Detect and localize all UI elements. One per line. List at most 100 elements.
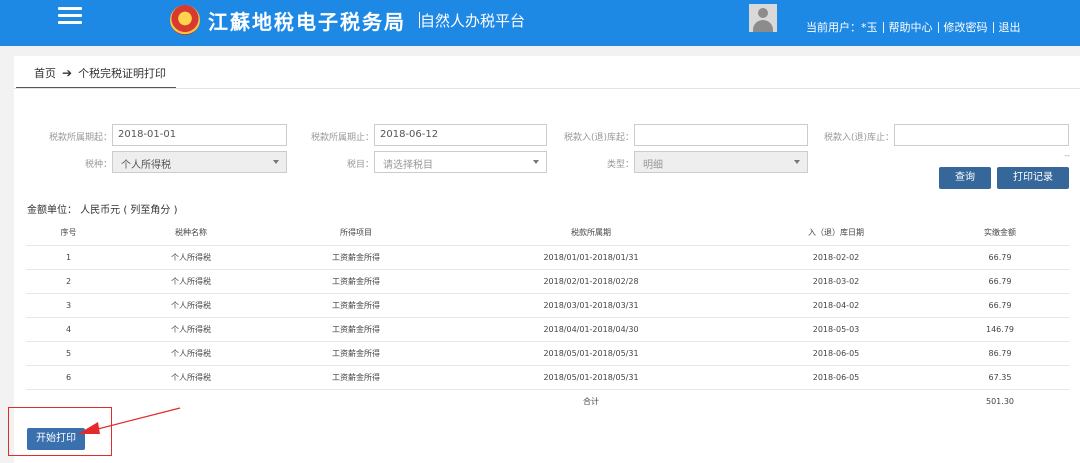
tax-period-cell: 2018/03/01-2018/03/31: [441, 293, 741, 318]
chevron-down-icon: [794, 160, 800, 164]
breadcrumb-divider: [14, 88, 1080, 89]
empty-cell: [111, 389, 271, 413]
highlight-box: [8, 407, 112, 456]
tax-period-cell: 2018/02/01-2018/02/28: [441, 269, 741, 294]
storage-end-label: 税款入(退)库止：: [823, 133, 894, 143]
table-row: 6 个人所得税 工资薪金所得 2018/05/01-2018/05/31 201…: [26, 365, 1069, 390]
paid-amount-cell: 66.79: [931, 245, 1069, 270]
tax-name-cell: 个人所得税: [111, 365, 271, 390]
tax-name-cell: 个人所得税: [111, 293, 271, 318]
column-header: 税款所属期: [441, 221, 741, 246]
total-row: 合计 501.30: [26, 389, 1069, 413]
storage-start-input[interactable]: [634, 124, 808, 146]
row-index: 4: [26, 317, 111, 342]
row-index: 1: [26, 245, 111, 270]
tax-name-cell: 个人所得税: [111, 317, 271, 342]
income-item-cell: 工资薪金所得: [271, 365, 441, 390]
total-amount: 501.30: [986, 396, 1014, 406]
avatar[interactable]: [749, 4, 777, 32]
tax-type-select[interactable]: 个人所得税: [112, 151, 287, 173]
table-row: 4 个人所得税 工资薪金所得 2018/04/01-2018/04/30 201…: [26, 317, 1069, 342]
income-item-cell: 工资薪金所得: [271, 269, 441, 294]
storage-start-label: 税款入(退)库起：: [563, 133, 634, 143]
category-value: 明细: [643, 160, 663, 171]
table-row: 3 个人所得税 工资薪金所得 2018/03/01-2018/03/31 201…: [26, 293, 1069, 318]
change-password-link[interactable]: 修改密码: [944, 19, 988, 35]
storage-date-cell: 2018-02-02: [741, 245, 931, 270]
column-header: 所得项目: [271, 221, 441, 246]
income-item-cell: 工资薪金所得: [271, 245, 441, 270]
row-index: 2: [26, 269, 111, 294]
tax-name-cell: 个人所得税: [111, 269, 271, 294]
current-user-name: *玉: [861, 21, 878, 34]
tax-period-cell: 2018/01/01-2018/01/31: [441, 245, 741, 270]
period-start-label: 税款所属期起：: [48, 133, 112, 143]
income-item-cell: 工资薪金所得: [271, 293, 441, 318]
empty-cell: [271, 389, 441, 413]
logout-link[interactable]: 退出: [999, 19, 1021, 35]
dash-marker: --: [1064, 151, 1070, 160]
tax-period-cell: 2018/05/01-2018/05/31: [441, 341, 741, 366]
current-user-label: 当前用户：: [806, 21, 861, 34]
breadcrumb-current: 个税完税证明打印: [78, 67, 167, 80]
column-header: 税种名称: [111, 221, 271, 246]
breadcrumb-home[interactable]: 首页: [34, 65, 56, 81]
storage-date-cell: 2018-06-05: [741, 365, 931, 390]
row-index: 3: [26, 293, 111, 318]
column-header: 序号: [26, 221, 111, 246]
row-index: 5: [26, 341, 111, 366]
storage-date-cell: 2018-03-02: [741, 269, 931, 294]
storage-date-cell: 2018-06-05: [741, 341, 931, 366]
print-record-button[interactable]: 打印记录: [997, 167, 1069, 189]
chevron-down-icon: [533, 160, 539, 164]
brand-title: 江蘇地稅电子税务局: [208, 10, 406, 34]
avatar-body-icon: [753, 20, 773, 32]
tax-period-cell: 2018/04/01-2018/04/30: [441, 317, 741, 342]
period-end-label: 税款所属期止：: [310, 133, 374, 143]
tax-type-label: 税种：: [84, 160, 112, 170]
column-header: 实缴金额: [931, 221, 1069, 246]
tax-item-select[interactable]: 请选择税目: [374, 151, 547, 173]
user-links: 当前用户： *玉 帮助中心 修改密码 退出: [806, 19, 1021, 35]
paid-amount-cell: 66.79: [931, 293, 1069, 318]
table-row: 2 个人所得税 工资薪金所得 2018/02/01-2018/02/28 201…: [26, 269, 1069, 294]
breadcrumb-arrow-icon: ➔: [62, 66, 73, 80]
category-select[interactable]: 明细: [634, 151, 808, 173]
breadcrumb: 首页 ➔ 个税完税证明打印: [34, 65, 166, 81]
tax-item-placeholder: 请选择税目: [383, 160, 433, 171]
query-button[interactable]: 查询: [939, 167, 991, 189]
storage-end-input[interactable]: [894, 124, 1069, 146]
income-item-cell: 工资薪金所得: [271, 341, 441, 366]
total-label: 合计: [583, 396, 599, 406]
chevron-down-icon: [273, 160, 279, 164]
link-divider: [882, 21, 884, 33]
top-header: 江蘇地稅电子税务局 自然人办税平台 当前用户： *玉 帮助中心 修改密码 退出: [0, 0, 1080, 46]
row-index: 6: [26, 365, 111, 390]
link-divider: [992, 21, 994, 33]
storage-date-cell: 2018-05-03: [741, 317, 931, 342]
paid-amount-cell: 146.79: [931, 317, 1069, 342]
period-end-input[interactable]: 2018-06-12: [374, 124, 547, 146]
paid-amount-cell: 67.35: [931, 365, 1069, 390]
storage-date-cell: 2018-04-02: [741, 293, 931, 318]
income-item-cell: 工资薪金所得: [271, 317, 441, 342]
link-divider: [937, 21, 939, 33]
tax-type-value: 个人所得税: [121, 160, 171, 171]
table-row: 1 个人所得税 工资薪金所得 2018/01/01-2018/01/31 201…: [26, 245, 1069, 270]
table-header-row: 序号 税种名称 所得项目 税款所属期 入（退）库日期 实缴金额: [26, 221, 1069, 246]
table-row: 5 个人所得税 工资薪金所得 2018/05/01-2018/05/31 201…: [26, 341, 1069, 366]
period-start-input[interactable]: 2018-01-01: [112, 124, 287, 146]
tax-name-cell: 个人所得税: [111, 245, 271, 270]
avatar-head-icon: [758, 8, 768, 18]
tax-item-label: 税目：: [346, 160, 374, 170]
paid-amount-cell: 86.79: [931, 341, 1069, 366]
amount-unit-note: 金额单位： 人民币元 ( 列至角分 ): [27, 205, 178, 216]
empty-cell: [741, 389, 931, 413]
brand-subtitle: 自然人办税平台: [420, 12, 526, 30]
tax-records-table: 序号 税种名称 所得项目 税款所属期 入（退）库日期 实缴金额 1 个人所得税 …: [26, 221, 1069, 413]
column-header: 入（退）库日期: [741, 221, 931, 246]
paid-amount-cell: 66.79: [931, 269, 1069, 294]
help-center-link[interactable]: 帮助中心: [889, 19, 933, 35]
category-label: 类型：: [606, 160, 634, 170]
menu-icon[interactable]: [58, 7, 82, 27]
